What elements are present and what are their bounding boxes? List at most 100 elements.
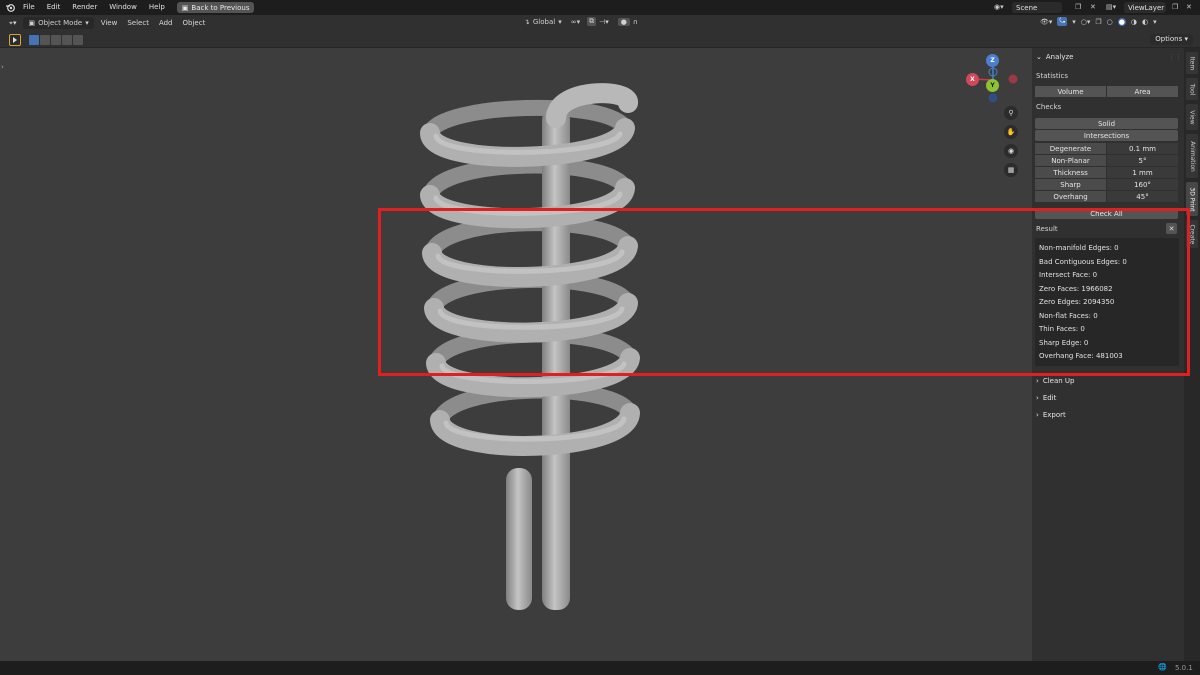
transform-orientation-icon: ↴ xyxy=(524,17,530,26)
check-row-thickness: Thickness 1 mm xyxy=(1035,167,1178,178)
non-planar-button[interactable]: Non-Planar xyxy=(1035,155,1106,166)
material-shading-icon[interactable]: ◑ xyxy=(1131,18,1137,26)
gizmo-x-axis[interactable]: X xyxy=(966,73,979,86)
new-scene-icon[interactable]: ❐ xyxy=(1075,3,1081,11)
check-row-degenerate: Degenerate 0.1 mm xyxy=(1035,143,1178,154)
edit-panel-header[interactable]: › Edit xyxy=(1036,394,1056,402)
mode-dropdown[interactable]: ▣ Object Mode ▾ xyxy=(23,17,94,29)
degenerate-value-field[interactable]: 0.1 mm xyxy=(1107,143,1178,154)
orientation-dropdown[interactable]: Global xyxy=(533,18,555,26)
rendered-shading-icon[interactable]: ◐ xyxy=(1142,18,1148,26)
tool-settings-row: Options ▾ xyxy=(0,31,1200,48)
select-new-icon[interactable] xyxy=(29,35,39,45)
solid-button[interactable]: Solid xyxy=(1035,118,1178,129)
overlays-icon[interactable]: ○▾ xyxy=(1081,18,1091,26)
degenerate-button[interactable]: Degenerate xyxy=(1035,143,1106,154)
version-label: 5.0.1 xyxy=(1175,664,1193,672)
menu-help[interactable]: Help xyxy=(143,0,171,15)
select-extend-icon[interactable] xyxy=(40,35,50,45)
analyze-panel-header[interactable]: ⌄ Analyze xyxy=(1036,53,1073,61)
statistics-buttons: Volume Area xyxy=(1035,86,1178,97)
chevron-down-icon: ▾ xyxy=(85,19,89,27)
menu-select[interactable]: Select xyxy=(122,15,154,31)
camera-view-icon[interactable]: ◉ xyxy=(1004,144,1018,158)
menu-object[interactable]: Object xyxy=(178,15,211,31)
gizmo-toggle-icon[interactable]: ⤿ xyxy=(1057,17,1068,26)
pivot-point-icon[interactable]: ∞▾ xyxy=(571,18,580,26)
select-invert-icon[interactable] xyxy=(62,35,72,45)
tab-animation[interactable]: Animation xyxy=(1186,134,1198,178)
overhang-button[interactable]: Overhang xyxy=(1035,191,1106,202)
drag-handle-icon[interactable]: ⋮⋮ xyxy=(1168,53,1182,61)
tab-view[interactable]: View xyxy=(1186,104,1198,130)
back-to-previous-button[interactable]: ▣ Back to Previous xyxy=(176,2,255,13)
new-view-layer-icon[interactable]: ❐ xyxy=(1172,3,1178,11)
chevron-down-icon: ⌄ xyxy=(1036,53,1042,61)
blender-logo-icon[interactable] xyxy=(3,0,17,15)
perspective-grid-icon[interactable]: ▦ xyxy=(1004,163,1018,177)
navigation-gizmo[interactable]: Z X Y xyxy=(966,54,1018,106)
tab-item[interactable]: Item xyxy=(1186,52,1198,74)
check-row-non-planar: Non-Planar 5° xyxy=(1035,155,1178,166)
pan-hand-icon[interactable]: ✋ xyxy=(1004,125,1018,139)
view-layer-browse-icon[interactable]: ▤▾ xyxy=(1106,3,1116,11)
delete-view-layer-icon[interactable]: ✕ xyxy=(1186,3,1192,11)
status-bar: 🌐 5.0.1 xyxy=(0,661,1200,675)
solid-shading-icon[interactable]: ● xyxy=(1117,17,1126,26)
chevron-right-icon: › xyxy=(1036,377,1039,385)
check-row-sharp: Sharp 160° xyxy=(1035,179,1178,190)
chevron-right-icon: › xyxy=(1036,394,1039,402)
select-intersect-icon[interactable] xyxy=(73,35,83,45)
check-row-overhang: Overhang 45° xyxy=(1035,191,1178,202)
snap-target-icon[interactable]: ⊣▾ xyxy=(599,18,609,26)
options-dropdown[interactable]: Options ▾ xyxy=(1150,34,1193,45)
delete-scene-icon[interactable]: ✕ xyxy=(1090,3,1096,11)
gizmo-dropdown-icon[interactable]: ▾ xyxy=(1072,18,1076,26)
menu-render[interactable]: Render xyxy=(66,0,103,15)
wireframe-shading-icon[interactable]: ○ xyxy=(1107,18,1113,26)
viewport-header: ⌖▾ ▣ Object Mode ▾ View Select Add Objec… xyxy=(0,15,1200,31)
area-button[interactable]: Area xyxy=(1107,86,1178,97)
gizmo-z-axis[interactable]: Z xyxy=(986,54,999,67)
scene-selector[interactable]: Scene xyxy=(1012,2,1062,13)
proportional-editing-icon[interactable]: ● xyxy=(617,17,630,26)
menu-view[interactable]: View xyxy=(96,15,123,31)
sharp-button[interactable]: Sharp xyxy=(1035,179,1106,190)
tab-tool[interactable]: Tool xyxy=(1186,78,1198,100)
menu-file[interactable]: File xyxy=(17,0,41,15)
overhang-value-field[interactable]: 45° xyxy=(1107,191,1178,202)
network-icon: 🌐 xyxy=(1158,663,1167,671)
top-bar: File Edit Render Window Help ▣ Back to P… xyxy=(0,0,1200,15)
falloff-icon[interactable]: ∩ xyxy=(633,18,638,26)
chevron-right-icon: › xyxy=(1036,411,1039,419)
checks-label: Checks xyxy=(1036,103,1062,111)
view-layer-selector[interactable]: ViewLayer xyxy=(1124,2,1166,13)
back-icon: ▣ xyxy=(181,3,189,12)
scene-browse-icon[interactable]: ◉▾ xyxy=(994,3,1004,11)
statistics-label: Statistics xyxy=(1036,72,1068,80)
sharp-value-field[interactable]: 160° xyxy=(1107,179,1178,190)
menu-edit[interactable]: Edit xyxy=(41,0,67,15)
visibility-icon[interactable]: 👁▾ xyxy=(1040,18,1052,26)
thickness-value-field[interactable]: 1 mm xyxy=(1107,167,1178,178)
clean-up-panel-header[interactable]: › Clean Up xyxy=(1036,377,1074,385)
thickness-button[interactable]: Thickness xyxy=(1035,167,1106,178)
select-subtract-icon[interactable] xyxy=(51,35,61,45)
highlight-annotation xyxy=(378,208,1190,376)
select-tool-icon[interactable] xyxy=(9,34,21,46)
left-leg xyxy=(506,468,532,610)
chevron-down-icon: ▾ xyxy=(558,17,562,26)
menu-add[interactable]: Add xyxy=(154,15,178,31)
snap-icon[interactable]: ⧉ xyxy=(587,17,597,26)
volume-button[interactable]: Volume xyxy=(1035,86,1106,97)
object-mode-icon: ▣ xyxy=(28,19,36,27)
xray-icon[interactable]: ❐ xyxy=(1095,18,1101,26)
editor-type-icon[interactable]: ⌖▾ xyxy=(0,15,21,31)
shading-options-icon[interactable]: ▾ xyxy=(1153,18,1157,26)
menu-window[interactable]: Window xyxy=(103,0,143,15)
export-panel-header[interactable]: › Export xyxy=(1036,411,1066,419)
gizmo-y-axis[interactable]: Y xyxy=(986,79,999,92)
intersections-button[interactable]: Intersections xyxy=(1035,130,1178,141)
non-planar-value-field[interactable]: 5° xyxy=(1107,155,1178,166)
zoom-icon[interactable]: ⚲ xyxy=(1004,106,1018,120)
